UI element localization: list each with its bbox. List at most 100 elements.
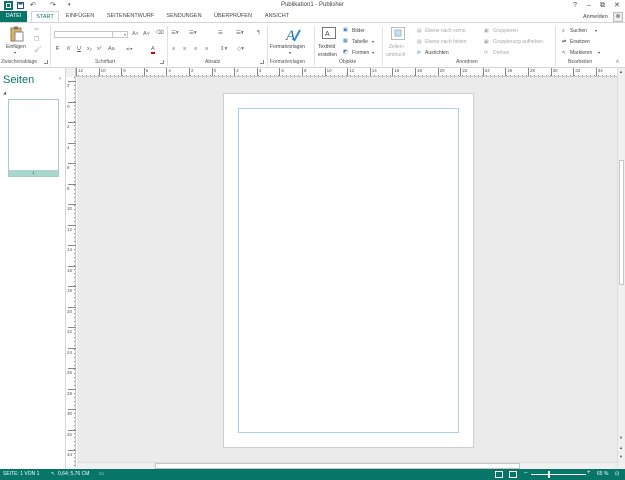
table-button[interactable]: Tabelle xyxy=(352,39,368,45)
replace-button[interactable]: Ersetzen xyxy=(570,39,590,45)
font-color-button[interactable]: A xyxy=(151,46,155,54)
textbox-icon[interactable]: A xyxy=(322,27,336,39)
pictures-button[interactable]: Bilder xyxy=(352,28,365,34)
group-button[interactable]: Gruppieren xyxy=(493,28,518,34)
find-dropdown-icon[interactable]: ▾ xyxy=(595,28,597,33)
format-painter-icon[interactable]: 🖌 xyxy=(34,46,42,53)
select-button[interactable]: Markieren xyxy=(570,50,592,56)
table-dropdown-icon[interactable]: ▾ xyxy=(372,39,374,44)
vertical-scroll-thumb[interactable] xyxy=(619,160,624,285)
page-thumbnail[interactable]: 1 xyxy=(8,99,59,177)
textbox-label-1[interactable]: Textfeld xyxy=(318,44,335,50)
zoom-out-button[interactable]: – xyxy=(524,470,527,476)
paste-dropdown-icon[interactable]: ▾ xyxy=(14,50,16,55)
horizontal-ruler[interactable]: 12 10 8 6 4 2 0 2 4 6 8 10 12 14 16 18 20 22 24 26 28 30 32 34 xyxy=(66,68,617,77)
pictures-icon[interactable]: ▣ xyxy=(343,27,348,33)
tab-view[interactable]: ANSICHT xyxy=(261,11,293,22)
wrap-text-icon[interactable] xyxy=(391,27,405,40)
avatar[interactable] xyxy=(613,12,623,22)
bring-forward-icon[interactable]: ▤ xyxy=(417,28,422,34)
numbering-icon[interactable]: ☰▾ xyxy=(189,30,197,36)
shrink-font-button[interactable]: A˅ xyxy=(143,31,150,37)
cut-icon[interactable]: ✂ xyxy=(34,26,39,33)
zoom-slider[interactable] xyxy=(531,474,586,475)
wrap-text-label-2[interactable]: umbruch xyxy=(386,52,405,58)
tab-file[interactable]: DATEI xyxy=(0,11,27,22)
rotate-icon[interactable]: ⟳ xyxy=(484,50,488,56)
clipboard-launcher-icon[interactable] xyxy=(44,60,48,64)
find-button[interactable]: Suchen xyxy=(570,28,587,34)
decrease-indent-icon[interactable]: ☰ xyxy=(218,30,223,36)
grow-font-button[interactable]: A˄ xyxy=(132,31,139,37)
shading-icon[interactable]: ◇▾ xyxy=(237,46,244,52)
zoom-slider-thumb[interactable] xyxy=(548,471,550,478)
collapse-ribbon-icon[interactable]: ˄ xyxy=(616,59,619,65)
fit-page-icon[interactable]: ⊡ xyxy=(615,471,619,477)
font-launcher-icon[interactable] xyxy=(160,60,164,64)
rotate-button[interactable]: Drehen xyxy=(493,50,509,56)
paragraph-spacing-icon[interactable]: ⇕▾ xyxy=(220,46,227,52)
font-size-combo[interactable]: ▾ xyxy=(112,31,128,38)
vertical-ruler[interactable]: 2 0 2 4 6 8 10 12 14 16 18 20 22 24 26 28 30 32 34 xyxy=(66,77,76,467)
section-expand-icon[interactable]: ◢ xyxy=(3,90,6,95)
table-icon[interactable]: ▦ xyxy=(343,38,348,44)
align-right-icon[interactable]: ≡ xyxy=(194,46,197,52)
restore-icon[interactable]: ⧉ xyxy=(600,1,605,10)
align-center-icon[interactable]: ≡ xyxy=(183,46,186,52)
replace-icon[interactable]: ⇄ xyxy=(562,39,566,45)
select-dropdown-icon[interactable]: ▾ xyxy=(598,50,600,55)
page-indicator[interactable]: SEITE: 1 VON 1 xyxy=(3,471,39,477)
shapes-icon[interactable]: ◩ xyxy=(343,49,348,55)
horizontal-scrollbar[interactable] xyxy=(77,462,617,469)
paragraph-launcher-icon[interactable] xyxy=(260,60,264,64)
styles-button-label[interactable]: Formatvorlagen xyxy=(270,44,305,50)
bold-button[interactable]: F xyxy=(56,46,59,52)
bullets-icon[interactable]: ☰▾ xyxy=(171,30,179,36)
subscript-button[interactable]: x₂ xyxy=(87,46,92,52)
close-icon[interactable]: ✕ xyxy=(614,1,620,10)
collapse-pane-icon[interactable]: ‹ xyxy=(59,76,61,82)
change-case-button[interactable]: Aa xyxy=(108,46,115,52)
select-icon[interactable]: ↖ xyxy=(562,50,566,56)
underline-button[interactable]: U xyxy=(77,46,81,52)
group-icon[interactable]: ▣ xyxy=(484,28,489,34)
justify-icon[interactable]: ≡ xyxy=(205,46,208,52)
ruler-corner[interactable] xyxy=(66,68,76,77)
minimize-icon[interactable]: – xyxy=(587,1,591,10)
ungroup-button[interactable]: Gruppierung aufheben xyxy=(493,39,543,45)
textbox-label-2[interactable]: erstellen xyxy=(318,52,337,58)
send-backward-icon[interactable]: ▤ xyxy=(417,39,422,45)
align-button[interactable]: Ausrichten xyxy=(425,50,449,56)
italic-button[interactable]: K xyxy=(67,46,71,52)
previous-page-icon[interactable]: ▲ xyxy=(619,445,623,450)
signin-link[interactable]: Anmelden xyxy=(583,14,608,20)
scroll-down-icon[interactable]: ▼ xyxy=(619,435,623,440)
publication-page[interactable] xyxy=(223,93,474,448)
tab-review[interactable]: ÜBERPRÜFEN xyxy=(211,11,255,22)
bring-forward-button[interactable]: Ebene nach vorne xyxy=(425,28,466,34)
vertical-scrollbar[interactable]: ▲ ▼ ▲ ▼ xyxy=(617,68,625,469)
two-page-view-icon[interactable] xyxy=(509,471,517,478)
help-icon[interactable]: ? xyxy=(573,1,577,10)
shapes-button[interactable]: Formen xyxy=(352,50,369,56)
align-icon[interactable]: ⊫ xyxy=(417,50,421,56)
single-page-view-icon[interactable] xyxy=(495,471,503,478)
wrap-text-label-1[interactable]: Zeilen- xyxy=(389,44,404,50)
show-paragraph-marks-button[interactable]: ¶ xyxy=(257,30,260,36)
line-spacing-icon[interactable]: ☰▾ xyxy=(236,30,244,36)
find-icon[interactable]: ⌕ xyxy=(562,28,565,34)
styles-icon[interactable]: A xyxy=(285,26,301,43)
copy-icon[interactable]: ❐ xyxy=(34,36,39,43)
scroll-up-icon[interactable]: ▲ xyxy=(619,69,623,74)
align-left-icon[interactable]: ≡ xyxy=(172,46,175,52)
next-page-icon[interactable]: ▼ xyxy=(619,454,623,459)
tab-start[interactable]: START xyxy=(31,11,59,22)
clear-format-icon[interactable]: ⌫ xyxy=(156,30,164,36)
shapes-dropdown-icon[interactable]: ▾ xyxy=(372,50,374,55)
tab-insert[interactable]: EINFÜGEN xyxy=(63,11,97,22)
send-backward-button[interactable]: Ebene nach hinten xyxy=(425,39,467,45)
ungroup-icon[interactable]: ▣ xyxy=(484,39,489,45)
styles-dropdown-icon[interactable]: ▾ xyxy=(289,50,291,55)
zoom-level[interactable]: 65 % xyxy=(597,471,608,477)
tab-page-design[interactable]: SEITENENTWURF xyxy=(103,11,158,22)
